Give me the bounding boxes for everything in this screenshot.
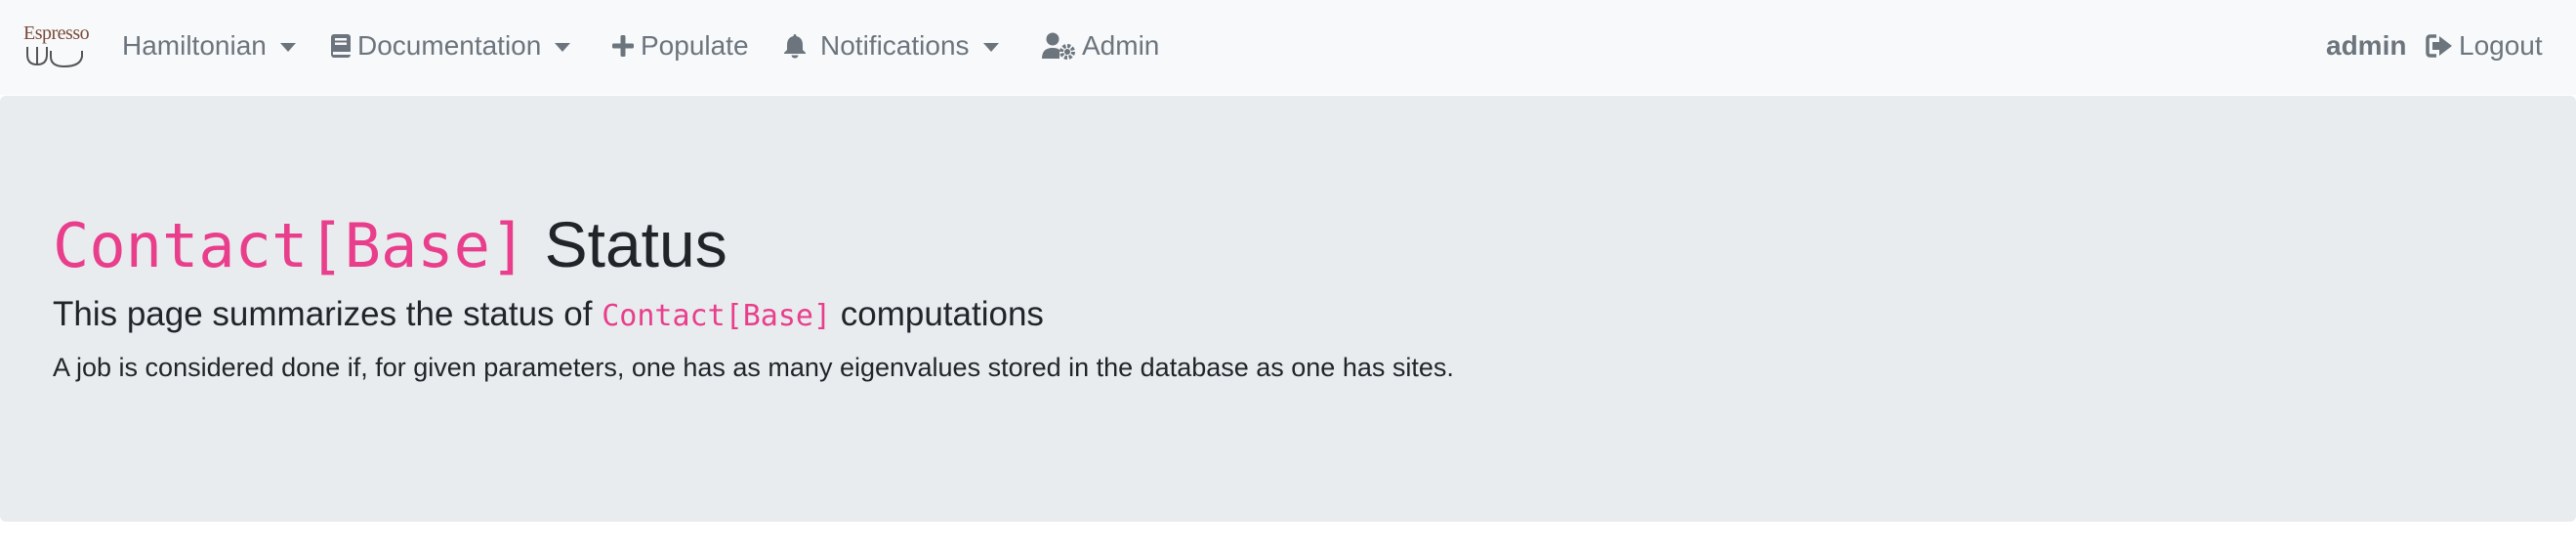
brand-logo[interactable]: Espresso [23, 22, 90, 72]
brand-text: Espresso [23, 22, 90, 44]
espresso-cups-icon [26, 47, 83, 68]
subtitle-suffix: computations [840, 295, 1044, 333]
nav-documentation-label: Documentation [357, 30, 542, 61]
title-text: Status [544, 208, 727, 280]
logout-link[interactable]: Logout [2426, 27, 2543, 64]
nav-notifications[interactable]: Notifications [783, 27, 999, 64]
page-title: Contact[Base] Status [53, 205, 727, 285]
nav-documentation[interactable]: Documentation [330, 27, 571, 64]
sign-out-icon [2426, 33, 2453, 59]
nav-admin[interactable]: Admin [1041, 27, 1159, 64]
nav-hamiltonian-label: Hamiltonian [122, 30, 267, 61]
nav-populate-label: Populate [641, 30, 749, 61]
nav-hamiltonian[interactable]: Hamiltonian [122, 27, 296, 64]
user-cog-icon [1041, 32, 1076, 60]
user-name[interactable]: admin [2326, 27, 2406, 64]
nav-populate[interactable]: Populate [611, 27, 749, 64]
book-icon [330, 33, 352, 59]
title-code: Contact[Base] [53, 210, 527, 281]
subtitle-prefix: This page summarizes the status of [53, 295, 593, 333]
page-description: A job is considered done if, for given p… [53, 353, 1454, 382]
bell-icon [783, 33, 807, 59]
top-navbar: Espresso Hamiltonian Documentation Popul… [0, 0, 2576, 95]
user-name-label: admin [2326, 30, 2407, 61]
chevron-down-icon [982, 42, 999, 52]
nav-admin-label: Admin [1082, 30, 1160, 61]
logout-label: Logout [2459, 30, 2543, 61]
chevron-down-icon [279, 42, 296, 52]
page-subtitle: This page summarizes the status of Conta… [53, 293, 1044, 338]
chevron-down-icon [555, 42, 571, 52]
nav-notifications-label: Notifications [820, 30, 970, 61]
plus-icon [611, 34, 635, 58]
subtitle-code: Contact[Base] [602, 299, 832, 333]
